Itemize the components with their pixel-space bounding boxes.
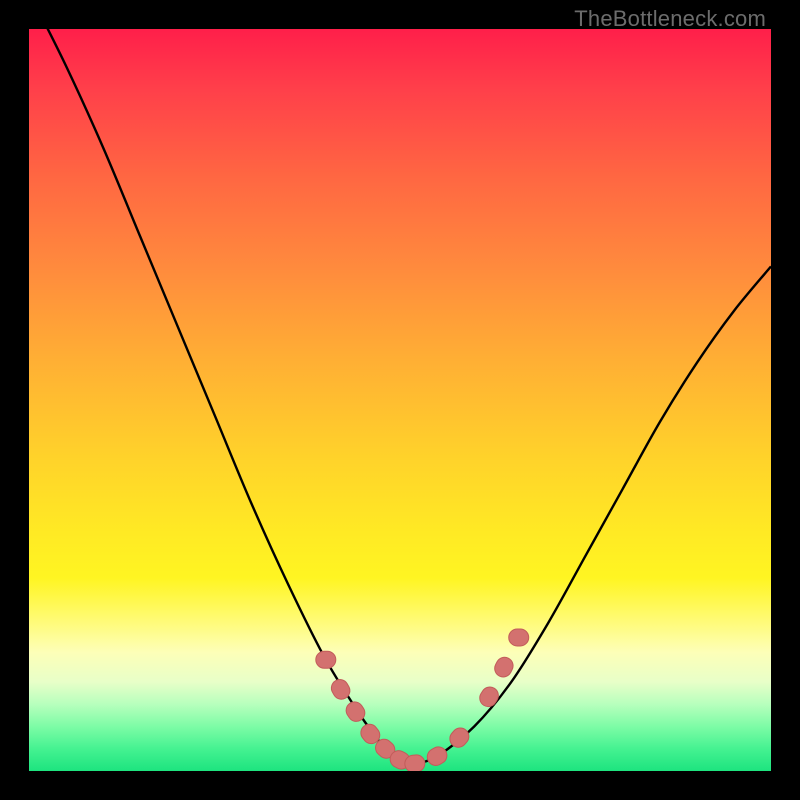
watermark-text: TheBottleneck.com — [574, 6, 766, 32]
marker-point — [477, 684, 502, 710]
marker-point — [316, 651, 336, 668]
curve-svg — [29, 29, 771, 771]
marker-point — [509, 629, 529, 646]
marker-point — [492, 654, 516, 679]
chart-frame: TheBottleneck.com — [0, 0, 800, 800]
bottleneck-curve — [29, 29, 771, 765]
plot-area — [29, 29, 771, 771]
marker-point — [424, 744, 450, 769]
marker-group — [316, 629, 529, 771]
